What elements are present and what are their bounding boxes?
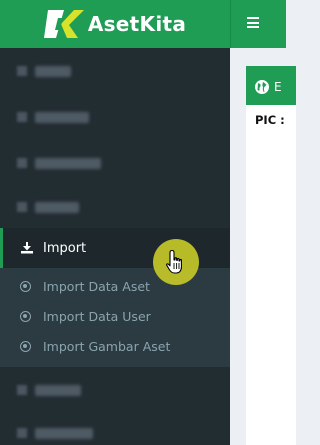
menu-icon xyxy=(17,66,27,76)
box-body: PIC : xyxy=(246,105,296,135)
sidebar-item-label-blurred xyxy=(35,201,79,213)
circle-icon xyxy=(20,340,31,352)
sidebar-item-label-blurred xyxy=(35,65,71,77)
pic-label: PIC : xyxy=(255,113,285,127)
sidebar-item-label-blurred xyxy=(35,384,81,396)
submenu-item-label: Import Data User xyxy=(43,308,151,324)
cursor-highlight xyxy=(153,239,199,285)
box-title: E xyxy=(274,80,282,94)
import-submenu: Import Data Aset Import Data User Import… xyxy=(0,268,230,367)
logo[interactable]: AsetKita xyxy=(0,0,230,48)
sidebar-item-blurred-4[interactable] xyxy=(0,186,230,228)
sidebar-item-blurred-6[interactable] xyxy=(0,413,230,445)
circle-icon xyxy=(20,280,31,292)
box-header: E xyxy=(246,69,296,105)
sidebar: AsetKita Import Import Data Aset Import … xyxy=(0,0,230,445)
menu-icon xyxy=(17,428,27,438)
sidebar-item-label: Import xyxy=(43,240,87,256)
import-icon xyxy=(21,242,33,254)
circle-icon xyxy=(20,310,31,322)
menu-toggle-icon[interactable] xyxy=(247,17,259,28)
top-navbar xyxy=(230,0,286,48)
brand-name: AsetKita xyxy=(87,12,187,36)
content-box: E PIC : xyxy=(246,66,296,445)
submenu-item-import-data-aset[interactable]: Import Data Aset xyxy=(0,271,230,301)
sidebar-item-label-blurred xyxy=(35,111,89,123)
menu-icon xyxy=(17,158,27,168)
submenu-item-import-data-user[interactable]: Import Data User xyxy=(0,301,230,331)
sidebar-item-blurred-3[interactable] xyxy=(0,140,230,186)
menu-icon xyxy=(17,385,27,395)
submenu-item-label: Import Gambar Aset xyxy=(43,338,171,354)
globe-icon xyxy=(255,80,269,94)
submenu-item-label: Import Data Aset xyxy=(43,278,150,294)
logo-icon xyxy=(43,10,84,38)
submenu-item-import-gambar-aset[interactable]: Import Gambar Aset xyxy=(0,331,230,361)
menu-icon xyxy=(17,112,27,122)
main-content: E PIC : xyxy=(230,48,296,445)
hand-pointer-icon xyxy=(166,249,182,274)
sidebar-item-blurred-5[interactable] xyxy=(0,367,230,413)
sidebar-item-blurred-1[interactable] xyxy=(0,48,230,94)
menu-icon xyxy=(17,202,27,212)
sidebar-item-label-blurred xyxy=(35,427,93,439)
sidebar-item-label-blurred xyxy=(35,157,101,169)
sidebar-item-blurred-2[interactable] xyxy=(0,94,230,140)
